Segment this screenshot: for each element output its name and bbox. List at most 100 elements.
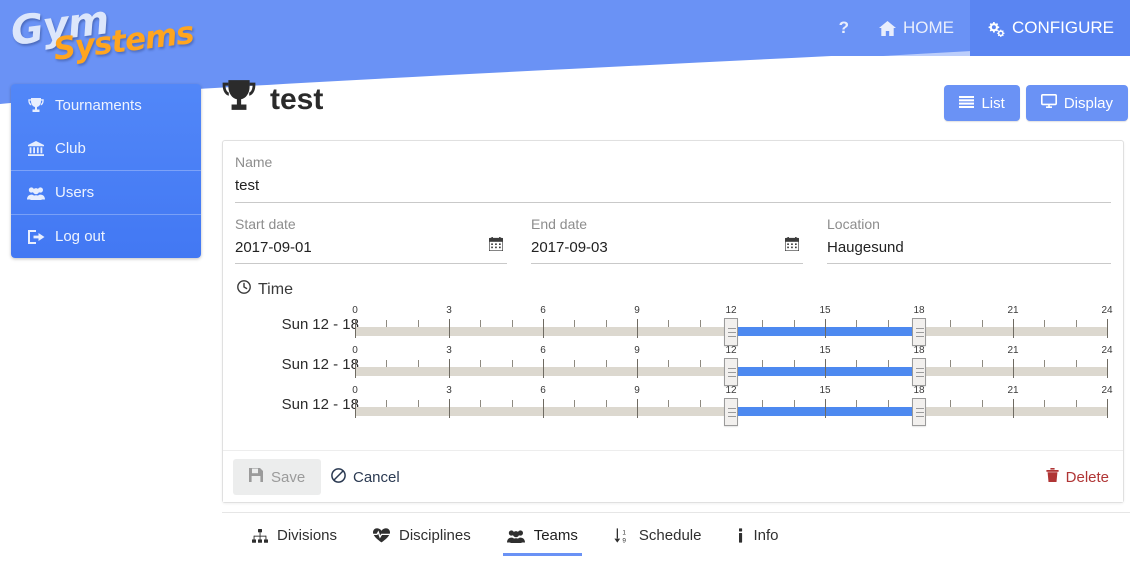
cancel-link-label: Cancel (353, 469, 400, 486)
time-section-header: Time (223, 264, 1123, 305)
time-range-slider[interactable]: 0 3 6 9 12 15 18 21 24 (352, 385, 1113, 426)
slider-tick-label: 0 (352, 305, 358, 316)
name-field-value: test (235, 177, 260, 194)
slider-tick-minor (793, 320, 795, 327)
slider-tick-minor (981, 400, 983, 407)
tab-teams-label: Teams (533, 527, 578, 544)
slider-tick-minor (668, 320, 670, 327)
slider-tick-major (543, 359, 544, 378)
slider-tick-label: 12 (725, 345, 737, 356)
slider-tick-label: 15 (819, 345, 831, 356)
sidebar-item-club-label: Club (55, 140, 86, 157)
slider-tick-minor (950, 320, 952, 327)
time-slider-row: Sun 12 - 18 0 3 6 9 12 15 18 21 24 (223, 345, 1123, 386)
slider-tick-major (825, 319, 826, 338)
slider-tick-minor (386, 360, 388, 367)
time-slider-row-label: Sun 12 - 18 (249, 316, 359, 333)
slider-tick-minor (856, 400, 858, 407)
slider-tick-label: 9 (634, 305, 640, 316)
end-date-field[interactable]: End date 2017-09-03 (519, 203, 815, 264)
nav-item-configure[interactable]: CONFIGURE (970, 0, 1130, 56)
slider-handle-end[interactable] (912, 318, 926, 346)
slider-tick-minor (887, 360, 889, 367)
location-field[interactable]: Location Haugesund (815, 203, 1123, 264)
slider-tick-major (637, 319, 638, 338)
slider-tick-minor (386, 400, 388, 407)
date-location-row: Start date 2017-09-01 End date 2017-09-0… (223, 203, 1123, 264)
app-logo[interactable]: Gym Systems (8, 0, 195, 79)
time-range-slider[interactable]: 0 3 6 9 12 15 18 21 24 (352, 305, 1113, 346)
name-field[interactable]: Name test (223, 141, 1123, 203)
help-button[interactable]: ? (825, 0, 863, 56)
start-date-field[interactable]: Start date 2017-09-01 (223, 203, 519, 264)
tab-teams[interactable]: Teams (489, 513, 596, 556)
page-title: test (222, 80, 323, 120)
list-button[interactable]: List (944, 85, 1020, 121)
tab-info[interactable]: Info (719, 513, 796, 556)
slider-tick-minor (574, 320, 576, 327)
slider-tick-minor (480, 400, 482, 407)
slider-tick-major (355, 359, 356, 378)
slider-tick-minor (417, 320, 419, 327)
save-button[interactable]: Save (233, 459, 322, 495)
slider-tick-major (1013, 359, 1014, 378)
slider-tick-minor (1044, 400, 1046, 407)
tab-schedule-label: Schedule (638, 527, 702, 544)
nav-item-home[interactable]: HOME (863, 0, 970, 56)
cancel-link[interactable]: Cancel (331, 468, 400, 487)
display-button[interactable]: Display (1025, 85, 1128, 121)
slider-tick-major (1107, 399, 1108, 418)
delete-link[interactable]: Delete (1046, 468, 1109, 486)
end-date-label: End date (531, 216, 588, 232)
slider-tick-label: 3 (446, 345, 452, 356)
time-slider-range: 12 - 18 (312, 316, 359, 333)
sidebar-item-logout[interactable]: Log out (11, 215, 201, 258)
slider-tick-minor (511, 320, 513, 327)
time-slider-range: 12 - 18 (312, 396, 359, 413)
slider-tick-minor (887, 320, 889, 327)
slider-tick-minor (574, 360, 576, 367)
calendar-icon[interactable] (784, 237, 800, 256)
calendar-icon[interactable] (488, 237, 504, 256)
tab-schedule[interactable]: 1 9 Schedule (596, 513, 720, 556)
start-date-value: 2017-09-01 (235, 239, 312, 256)
slider-tick-minor (574, 400, 576, 407)
slider-tick-label: 21 (1007, 305, 1019, 316)
slider-tick-major (637, 359, 638, 378)
tab-disciplines[interactable]: Disciplines (355, 513, 489, 556)
slider-tick-minor (480, 320, 482, 327)
sidebar-item-users[interactable]: Users (11, 171, 201, 214)
slider-tick-major (1013, 319, 1014, 338)
sidebar-item-club[interactable]: Club (11, 127, 201, 170)
tournament-form-card: Name test Start date 2017-09-01 End date… (222, 140, 1124, 503)
slider-tick-minor (511, 360, 513, 367)
slider-tick-label: 12 (725, 385, 737, 396)
slider-tick-label: 18 (913, 345, 925, 356)
slider-handle-start[interactable] (724, 398, 738, 426)
slider-handle-end[interactable] (912, 358, 926, 386)
slider-handle-end[interactable] (912, 398, 926, 426)
list-icon (959, 95, 975, 112)
nav-item-configure-label: CONFIGURE (1012, 18, 1114, 37)
slider-handle-start[interactable] (724, 358, 738, 386)
page-header-buttons: List Display (944, 85, 1128, 121)
slider-tick-major (825, 399, 826, 418)
slider-tick-minor (417, 360, 419, 367)
slider-tick-label: 12 (725, 305, 737, 316)
slider-tick-minor (981, 360, 983, 367)
slider-tick-minor (480, 360, 482, 367)
field-underline (827, 263, 1111, 264)
clock-icon (237, 280, 251, 299)
slider-tick-minor (668, 360, 670, 367)
tab-divisions[interactable]: Divisions (234, 513, 355, 556)
page-header: test List Display (214, 62, 1130, 124)
slider-handle-start[interactable] (724, 318, 738, 346)
home-icon (879, 20, 896, 36)
slider-tick-major (449, 359, 450, 378)
slider-tick-minor (887, 400, 889, 407)
slider-tick-label: 24 (1101, 305, 1113, 316)
time-range-slider[interactable]: 0 3 6 9 12 15 18 21 24 (352, 345, 1113, 386)
info-icon (737, 528, 744, 543)
sidebar-item-tournaments[interactable]: Tournaments (11, 84, 201, 127)
list-button-label: List (981, 94, 1005, 112)
